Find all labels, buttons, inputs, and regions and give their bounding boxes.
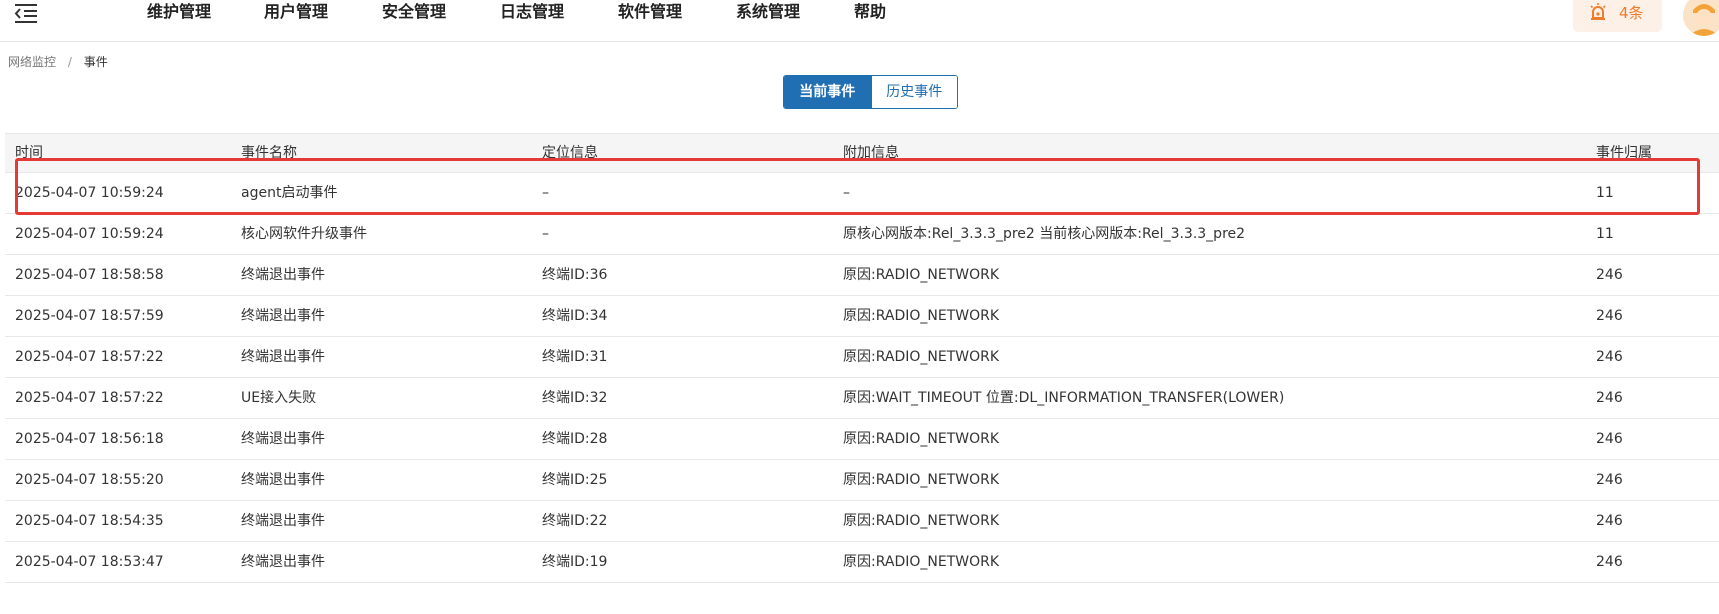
cell-event-name: 终端退出事件 <box>241 308 325 324</box>
cell-event-owner: 11 <box>1596 226 1614 242</box>
table-row[interactable]: 2025-04-07 10:59:24 核心网软件升级事件 – 原核心网版本:R… <box>5 214 1719 255</box>
table-row[interactable]: 2025-04-07 18:53:47 终端退出事件 终端ID:19 原因:RA… <box>5 542 1719 583</box>
cell-location-info: 终端ID:22 <box>542 513 608 529</box>
column-header-additional-info[interactable]: 附加信息 <box>843 144 899 162</box>
events-table: 时间 事件名称 定位信息 附加信息 事件归属 2025-04-07 10:59:… <box>5 133 1719 583</box>
user-avatar[interactable] <box>1683 0 1719 36</box>
top-navigation-bar: 维护管理 用户管理 安全管理 日志管理 软件管理 系统管理 帮助 4条 <box>0 0 1719 42</box>
cell-event-name: 终端退出事件 <box>241 472 325 488</box>
cell-event-owner: 246 <box>1596 513 1623 529</box>
cell-event-owner: 246 <box>1596 267 1623 283</box>
cell-event-owner: 246 <box>1596 390 1623 406</box>
cell-location-info: 终端ID:32 <box>542 390 608 406</box>
table-row[interactable]: 2025-04-07 18:56:18 终端退出事件 终端ID:28 原因:RA… <box>5 419 1719 460</box>
breadcrumb-current-events: 事件 <box>83 55 108 69</box>
cell-event-name: 终端退出事件 <box>241 513 325 529</box>
cell-additional-info: 原核心网版本:Rel_3.3.3_pre2 当前核心网版本:Rel_3.3.3_… <box>843 226 1246 242</box>
cell-location-info: – <box>542 185 549 201</box>
cell-event-name: 终端退出事件 <box>241 267 325 283</box>
alarm-count: 4条 <box>1619 4 1644 22</box>
cell-additional-info: 原因:RADIO_NETWORK <box>843 267 1000 283</box>
nav-item-software-management[interactable]: 软件管理 <box>618 2 682 22</box>
cell-additional-info: 原因:RADIO_NETWORK <box>843 349 1000 365</box>
cell-event-name: UE接入失败 <box>241 390 317 406</box>
table-row[interactable]: 2025-04-07 18:55:20 终端退出事件 终端ID:25 原因:RA… <box>5 460 1719 501</box>
nav-item-log-management[interactable]: 日志管理 <box>500 2 564 22</box>
nav-item-maintenance[interactable]: 维护管理 <box>147 2 211 22</box>
cell-event-name: 终端退出事件 <box>241 554 325 570</box>
cell-additional-info: 原因:RADIO_NETWORK <box>843 554 1000 570</box>
cell-time: 2025-04-07 18:57:22 <box>15 390 164 406</box>
cell-additional-info: 原因:RADIO_NETWORK <box>843 308 1000 324</box>
nav-item-user-management[interactable]: 用户管理 <box>264 2 328 22</box>
breadcrumb-separator: / <box>67 55 72 69</box>
alarm-icon <box>1590 3 1606 20</box>
cell-event-owner: 246 <box>1596 554 1623 570</box>
cell-event-owner: 246 <box>1596 431 1623 447</box>
tab-current-events[interactable]: 当前事件 <box>784 76 871 108</box>
column-header-time[interactable]: 时间 <box>15 144 43 162</box>
cell-event-name: 核心网软件升级事件 <box>241 226 367 242</box>
nav-item-security-management[interactable]: 安全管理 <box>382 2 446 22</box>
cell-event-owner: 246 <box>1596 472 1623 488</box>
table-row[interactable]: 2025-04-07 10:59:24 agent启动事件 – – 11 <box>5 173 1719 214</box>
table-row[interactable]: 2025-04-07 18:58:58 终端退出事件 终端ID:36 原因:RA… <box>5 255 1719 296</box>
cell-additional-info: 原因:RADIO_NETWORK <box>843 513 1000 529</box>
cell-time: 2025-04-07 10:59:24 <box>15 226 164 242</box>
table-row[interactable]: 2025-04-07 18:57:22 UE接入失败 终端ID:32 原因:WA… <box>5 378 1719 419</box>
cell-time: 2025-04-07 18:57:22 <box>15 349 164 365</box>
cell-additional-info: 原因:RADIO_NETWORK <box>843 431 1000 447</box>
cell-time: 2025-04-07 18:56:18 <box>15 431 164 447</box>
table-header: 时间 事件名称 定位信息 附加信息 事件归属 <box>5 133 1719 173</box>
cell-event-owner: 246 <box>1596 308 1623 324</box>
cell-event-owner: 246 <box>1596 349 1623 365</box>
cell-event-owner: 11 <box>1596 185 1614 201</box>
cell-time: 2025-04-07 18:53:47 <box>15 554 164 570</box>
alarm-badge[interactable]: 4条 <box>1573 0 1662 32</box>
column-header-event-name[interactable]: 事件名称 <box>241 144 297 162</box>
table-row[interactable]: 2025-04-07 18:54:35 终端退出事件 终端ID:22 原因:RA… <box>5 501 1719 542</box>
cell-time: 2025-04-07 18:55:20 <box>15 472 164 488</box>
cell-location-info: – <box>542 226 549 242</box>
cell-time: 2025-04-07 18:57:59 <box>15 308 164 324</box>
cell-additional-info: 原因:WAIT_TIMEOUT 位置:DL_INFORMATION_TRANSF… <box>843 390 1285 406</box>
table-row[interactable]: 2025-04-07 18:57:59 终端退出事件 终端ID:34 原因:RA… <box>5 296 1719 337</box>
cell-location-info: 终端ID:28 <box>542 431 608 447</box>
cell-time: 2025-04-07 10:59:24 <box>15 185 164 201</box>
nav-item-help[interactable]: 帮助 <box>854 2 886 22</box>
breadcrumb: 网络监控 / 事件 <box>8 54 108 70</box>
avatar-icon <box>1683 0 1719 36</box>
cell-event-name: agent启动事件 <box>241 185 338 201</box>
cell-time: 2025-04-07 18:58:58 <box>15 267 164 283</box>
breadcrumb-network-monitoring[interactable]: 网络监控 <box>8 55 56 69</box>
cell-location-info: 终端ID:31 <box>542 349 608 365</box>
column-header-location-info[interactable]: 定位信息 <box>542 144 598 162</box>
tab-history-events[interactable]: 历史事件 <box>870 76 957 108</box>
cell-location-info: 终端ID:25 <box>542 472 608 488</box>
cell-location-info: 终端ID:34 <box>542 308 608 324</box>
cell-time: 2025-04-07 18:54:35 <box>15 513 164 529</box>
menu-fold-icon[interactable] <box>13 2 39 24</box>
table-row[interactable]: 2025-04-07 18:57:22 终端退出事件 终端ID:31 原因:RA… <box>5 337 1719 378</box>
event-tab-switch: 当前事件 历史事件 <box>783 75 958 109</box>
cell-additional-info: – <box>843 185 850 201</box>
cell-location-info: 终端ID:36 <box>542 267 608 283</box>
cell-event-name: 终端退出事件 <box>241 349 325 365</box>
cell-event-name: 终端退出事件 <box>241 431 325 447</box>
column-header-event-owner[interactable]: 事件归属 <box>1596 144 1652 162</box>
cell-location-info: 终端ID:19 <box>542 554 608 570</box>
cell-additional-info: 原因:RADIO_NETWORK <box>843 472 1000 488</box>
nav-item-system-management[interactable]: 系统管理 <box>736 2 800 22</box>
